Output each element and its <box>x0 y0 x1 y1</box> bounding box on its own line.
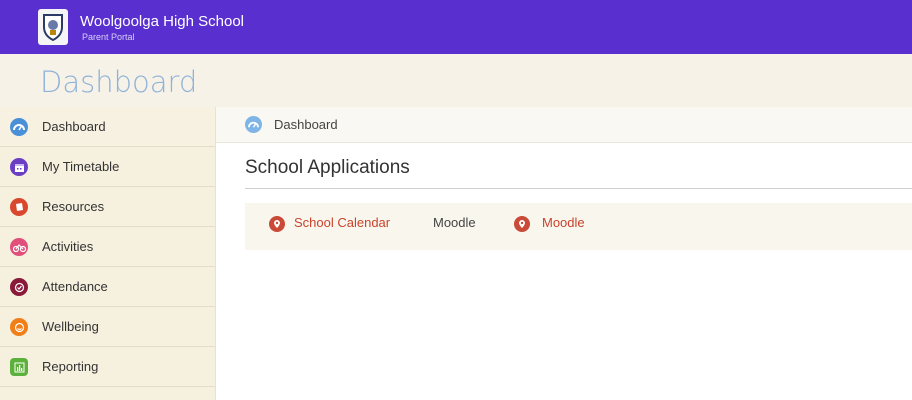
portal-name: Parent Portal <box>82 32 135 42</box>
sidebar-item-label: Activities <box>42 239 94 254</box>
link-icon[interactable] <box>514 216 530 232</box>
book-icon <box>10 198 28 216</box>
dashboard-icon <box>245 116 262 133</box>
breadcrumb: Dashboard <box>216 107 912 143</box>
sidebar-item-attendance[interactable]: Attendance <box>0 267 215 307</box>
link-icon[interactable] <box>269 216 285 232</box>
sidebar: Dashboard My Timetable Resources Activit… <box>0 107 215 400</box>
app-link-moodle[interactable]: Moodle <box>542 215 585 230</box>
app-link-school-calendar[interactable]: School Calendar <box>294 215 390 230</box>
sidebar-item-label: Dashboard <box>42 119 106 134</box>
dashboard-icon <box>10 118 28 136</box>
school-name[interactable]: Woolgoolga High School <box>80 13 244 30</box>
check-icon <box>10 278 28 296</box>
page-title: Dashboard <box>40 65 198 99</box>
top-bar: Woolgoolga High School Parent Portal <box>0 0 912 54</box>
section-title: School Applications <box>245 157 410 178</box>
sidebar-item-activities[interactable]: Activities <box>0 227 215 267</box>
sidebar-item-label: Attendance <box>42 279 108 294</box>
sidebar-item-label: My Timetable <box>42 159 120 174</box>
sidebar-item-wellbeing[interactable]: Wellbeing <box>0 307 215 347</box>
calendar-icon <box>10 158 28 176</box>
school-crest-icon[interactable] <box>38 9 68 45</box>
sidebar-item-resources[interactable]: Resources <box>0 187 215 227</box>
bar-chart-icon <box>10 358 28 376</box>
sidebar-item-my-timetable[interactable]: My Timetable <box>0 147 215 187</box>
sidebar-item-label: Resources <box>42 199 105 214</box>
section-divider <box>245 188 912 189</box>
sidebar-item-dashboard[interactable]: Dashboard <box>0 107 215 147</box>
sidebar-divider <box>215 107 216 400</box>
sidebar-item-label: Wellbeing <box>42 319 99 334</box>
sidebar-item-label: Reporting <box>42 359 99 374</box>
breadcrumb-label[interactable]: Dashboard <box>274 117 338 132</box>
page-title-bar: Dashboard <box>0 54 912 107</box>
sidebar-item-reporting[interactable]: Reporting <box>0 347 215 387</box>
app-label-moodle: Moodle <box>433 215 476 230</box>
bicycle-icon <box>10 238 28 256</box>
applications-panel: School Calendar Moodle Moodle <box>245 203 912 250</box>
smile-icon <box>10 318 28 336</box>
